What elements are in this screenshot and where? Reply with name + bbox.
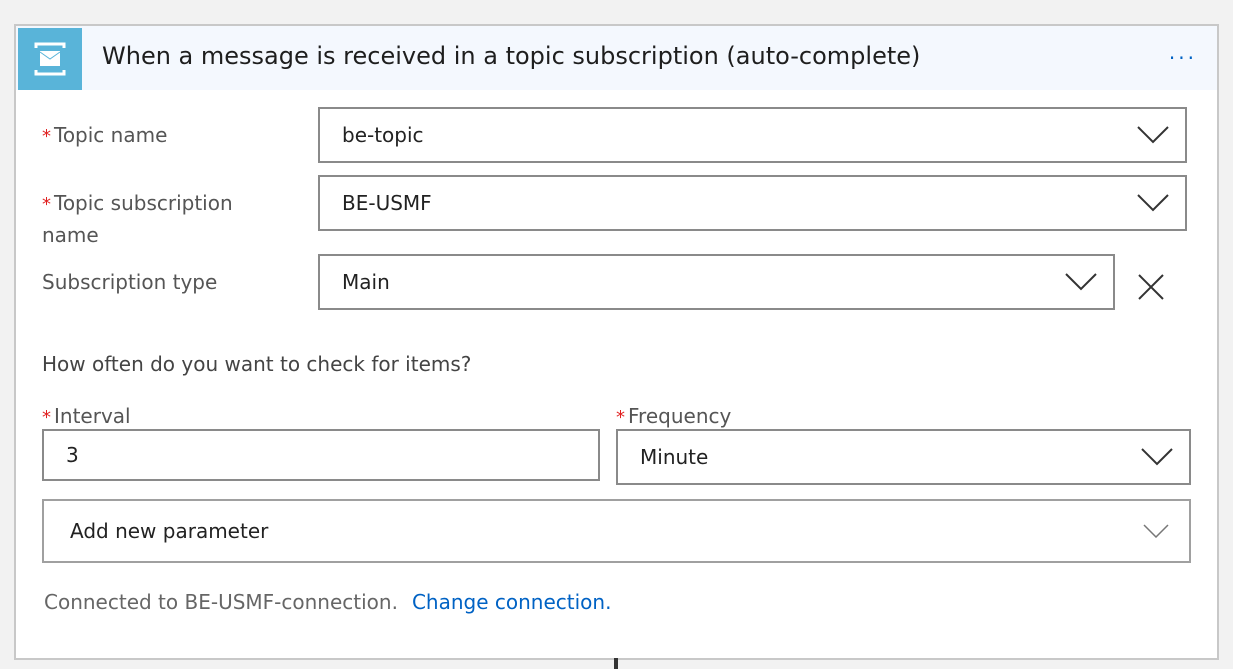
change-connection-link[interactable]: Change connection. — [412, 590, 611, 614]
add-new-parameter-dropdown[interactable]: Add new parameter — [42, 499, 1191, 563]
topic-subscription-value: BE-USMF — [342, 191, 432, 215]
chevron-down-icon — [1137, 194, 1169, 212]
service-bus-icon — [18, 28, 82, 90]
recurrence-question: How often do you want to check for items… — [42, 352, 472, 376]
trigger-card: When a message is received in a topic su… — [14, 24, 1219, 660]
chevron-down-icon — [1143, 524, 1169, 538]
frequency-value: Minute — [640, 445, 709, 469]
remove-parameter-close-icon[interactable] — [1138, 274, 1164, 300]
card-header[interactable]: When a message is received in a topic su… — [16, 26, 1217, 90]
chevron-down-icon — [1141, 448, 1173, 466]
frequency-dropdown[interactable]: Minute — [616, 429, 1191, 485]
topic-subscription-dropdown[interactable]: BE-USMF — [318, 175, 1187, 231]
add-new-parameter-label: Add new parameter — [70, 519, 269, 543]
subscription-type-label: Subscription type — [42, 270, 218, 294]
subscription-type-value: Main — [342, 270, 390, 294]
chevron-down-icon — [1137, 126, 1169, 144]
topic-subscription-label: * Topic subscription name — [42, 191, 233, 247]
subscription-type-dropdown[interactable]: Main — [318, 254, 1115, 310]
card-title: When a message is received in a topic su… — [102, 42, 921, 70]
chevron-down-icon — [1065, 273, 1097, 291]
interval-input[interactable]: 3 — [42, 429, 600, 481]
interval-value: 3 — [66, 443, 79, 467]
topic-name-label: * Topic name — [42, 123, 168, 147]
flow-connector-line — [614, 658, 618, 669]
topic-name-value: be-topic — [342, 123, 424, 147]
connection-text: Connected to BE-USMF-connection. — [44, 590, 398, 614]
more-options-icon[interactable]: ··· — [1169, 46, 1197, 70]
topic-name-dropdown[interactable]: be-topic — [318, 107, 1187, 163]
connection-info: Connected to BE-USMF-connection. Change c… — [44, 590, 611, 614]
